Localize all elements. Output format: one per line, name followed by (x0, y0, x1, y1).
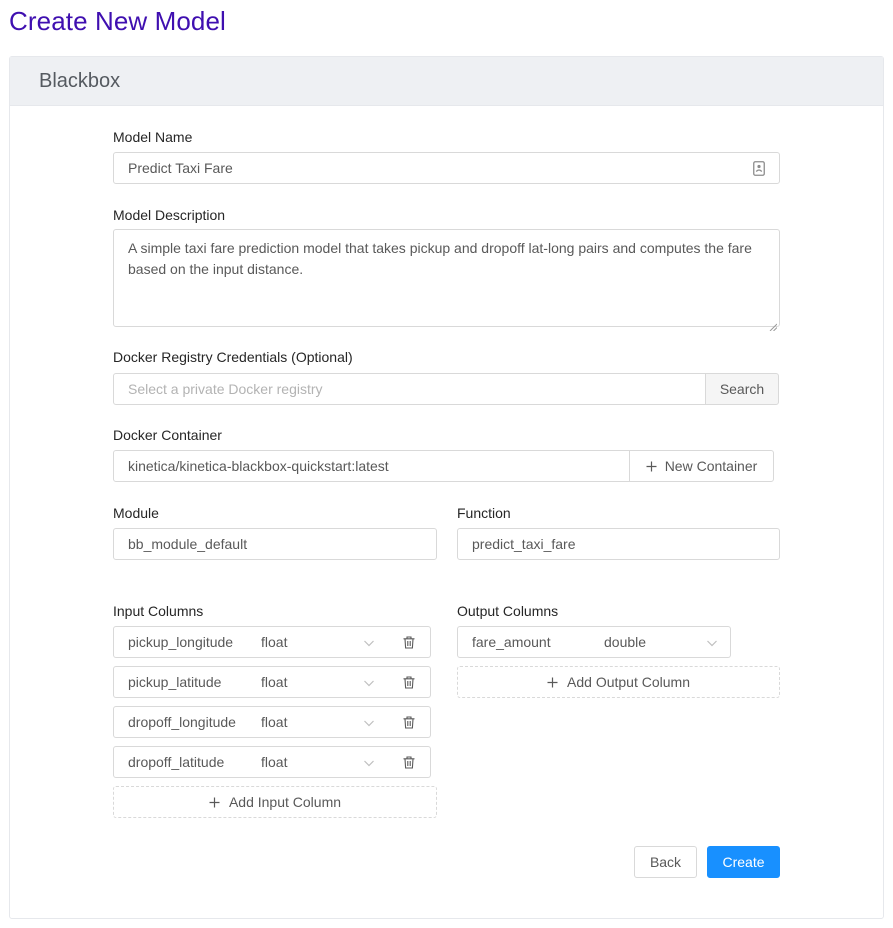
input-column-name-field[interactable]: dropoff_latitude (113, 746, 251, 778)
add-output-column-label: Add Output Column (567, 674, 690, 690)
delete-input-column-button[interactable] (387, 626, 431, 658)
card-title: Blackbox (39, 69, 121, 92)
card-header: Blackbox (10, 57, 883, 106)
model-description-label: Model Description (113, 207, 226, 223)
model-name-input[interactable]: Predict Taxi Fare (113, 152, 780, 184)
back-button[interactable]: Back (634, 846, 697, 878)
chevron-down-icon (363, 716, 375, 728)
resize-handle-icon[interactable] (769, 316, 778, 332)
column-type-value: float (261, 754, 288, 770)
output-column-type-select[interactable]: double (593, 626, 731, 658)
function-input[interactable]: predict_taxi_fare (457, 528, 780, 560)
delete-input-column-button[interactable] (387, 746, 431, 778)
trash-icon (403, 755, 415, 769)
column-name-value: fare_amount (472, 634, 551, 650)
column-type-value: float (261, 714, 288, 730)
module-value: bb_module_default (128, 536, 248, 552)
contact-card-icon (753, 161, 765, 176)
input-columns-label: Input Columns (113, 603, 204, 619)
plus-icon (209, 797, 220, 808)
trash-icon (403, 635, 415, 649)
docker-container-value: kinetica/kinetica-blackbox-quickstart:la… (128, 458, 389, 474)
column-name-value: dropoff_latitude (128, 754, 225, 770)
create-button-label: Create (722, 854, 765, 870)
input-column-name-field[interactable]: dropoff_longitude (113, 706, 251, 738)
page-title: Create New Model (9, 6, 226, 36)
output-columns-label: Output Columns (457, 603, 559, 619)
input-column-name-field[interactable]: pickup_latitude (113, 666, 251, 698)
input-column-type-select[interactable]: float (250, 666, 388, 698)
back-button-label: Back (649, 854, 682, 870)
delete-input-column-button[interactable] (387, 706, 431, 738)
column-type-value: float (261, 674, 288, 690)
chevron-down-icon (363, 636, 375, 648)
docker-container-label: Docker Container (113, 427, 222, 443)
column-name-value: pickup_latitude (128, 674, 222, 690)
module-input[interactable]: bb_module_default (113, 528, 437, 560)
new-container-label: New Container (664, 458, 758, 474)
input-column-name-field[interactable]: pickup_longitude (113, 626, 251, 658)
input-column-type-select[interactable]: float (250, 706, 388, 738)
model-description-value: A simple taxi fare prediction model that… (128, 240, 752, 277)
add-output-column-button[interactable]: Add Output Column (457, 666, 780, 698)
trash-icon (403, 675, 415, 689)
function-label: Function (457, 505, 511, 521)
add-input-column-label: Add Input Column (228, 794, 342, 810)
new-container-button[interactable]: New Container (629, 450, 774, 482)
function-value: predict_taxi_fare (472, 536, 576, 552)
input-column-type-select[interactable]: float (250, 626, 388, 658)
search-button-label: Search (719, 381, 765, 397)
column-type-value: double (604, 634, 647, 650)
model-description-textarea[interactable]: A simple taxi fare prediction model that… (113, 229, 780, 332)
chevron-down-icon (363, 676, 375, 688)
chevron-down-icon (363, 756, 375, 768)
search-button[interactable]: Search (705, 373, 779, 405)
delete-input-column-button[interactable] (387, 666, 431, 698)
trash-icon (403, 715, 415, 729)
docker-registry-placeholder: Select a private Docker registry (128, 381, 323, 397)
docker-container-input[interactable]: kinetica/kinetica-blackbox-quickstart:la… (113, 450, 630, 482)
column-name-value: dropoff_longitude (128, 714, 236, 730)
model-name-label: Model Name (113, 129, 193, 145)
module-label: Module (113, 505, 159, 521)
model-name-value: Predict Taxi Fare (128, 160, 233, 176)
column-name-value: pickup_longitude (128, 634, 234, 650)
plus-icon (646, 461, 657, 472)
column-type-value: float (261, 634, 288, 650)
chevron-down-icon (706, 636, 718, 648)
create-button[interactable]: Create (707, 846, 780, 878)
docker-registry-label: Docker Registry Credentials (Optional) (113, 349, 353, 365)
docker-registry-select[interactable]: Select a private Docker registry (113, 373, 706, 405)
plus-icon (547, 677, 558, 688)
output-column-name-field[interactable]: fare_amount (457, 626, 594, 658)
add-input-column-button[interactable]: Add Input Column (113, 786, 437, 818)
input-column-type-select[interactable]: float (250, 746, 388, 778)
